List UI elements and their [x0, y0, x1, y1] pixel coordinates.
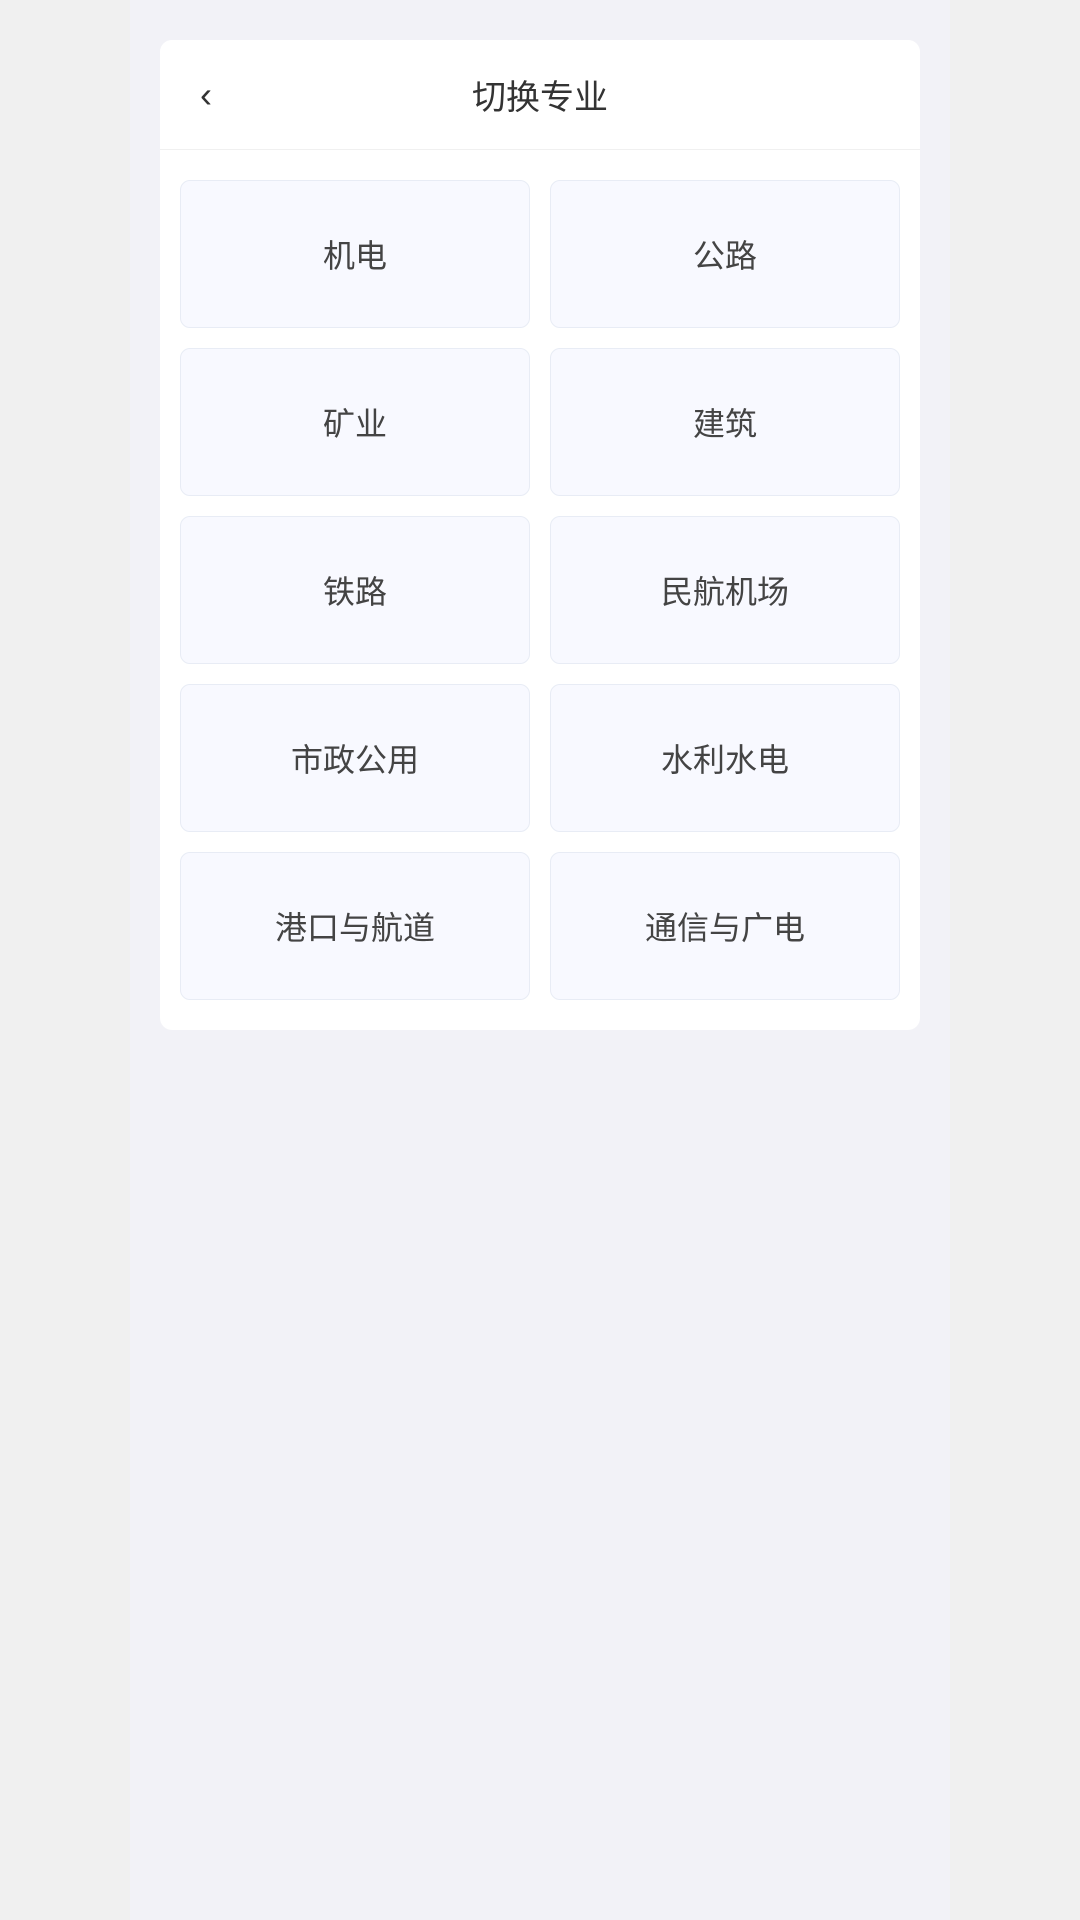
page-card: ‹ 切换专业 机电 公路矿业 建筑铁路 民航机场市政公用 水利水电港口与航道 通信与广电 — [160, 40, 920, 1030]
header: ‹ 切换专业 — [160, 40, 920, 150]
grid-item-mining[interactable]: 矿业 — [180, 348, 530, 496]
specialty-grid: 机电 公路矿业 建筑铁路 民航机场市政公用 水利水电港口与航道 通信与广电 — [160, 150, 920, 1030]
grid-item-label-mining: 矿业 — [323, 399, 387, 445]
grid-item-telecom-broadcast[interactable]: 通信与广电 — [550, 852, 900, 1000]
grid-item-label-architecture: 建筑 — [693, 399, 757, 445]
grid-item-civil-aviation[interactable]: 民航机场 — [550, 516, 900, 664]
grid-item-label-highway: 公路 — [693, 231, 757, 277]
grid-item-architecture[interactable]: 建筑 — [550, 348, 900, 496]
app-container: ‹ 切换专业 机电 公路矿业 建筑铁路 民航机场市政公用 水利水电港口与航道 通信与广电 — [130, 0, 950, 1920]
grid-item-port-waterway[interactable]: 港口与航道 — [180, 852, 530, 1000]
grid-item-label-civil-aviation: 民航机场 — [661, 567, 789, 613]
grid-item-label-water-conservancy: 水利水电 — [661, 735, 789, 781]
grid-item-label-municipal: 市政公用 — [291, 735, 419, 781]
grid-item-highway[interactable]: 公路 — [550, 180, 900, 328]
grid-item-water-conservancy[interactable]: 水利水电 — [550, 684, 900, 832]
back-button[interactable]: ‹ — [190, 72, 222, 118]
grid-item-label-railway: 铁路 — [323, 567, 387, 613]
page-title: 切换专业 — [190, 70, 890, 119]
grid-item-label-port-waterway: 港口与航道 — [275, 903, 435, 949]
grid-item-railway[interactable]: 铁路 — [180, 516, 530, 664]
grid-item-mechanical-electrical[interactable]: 机电 — [180, 180, 530, 328]
grid-item-label-mechanical-electrical: 机电 — [323, 231, 387, 277]
grid-item-label-telecom-broadcast: 通信与广电 — [645, 903, 805, 949]
grid-item-municipal[interactable]: 市政公用 — [180, 684, 530, 832]
